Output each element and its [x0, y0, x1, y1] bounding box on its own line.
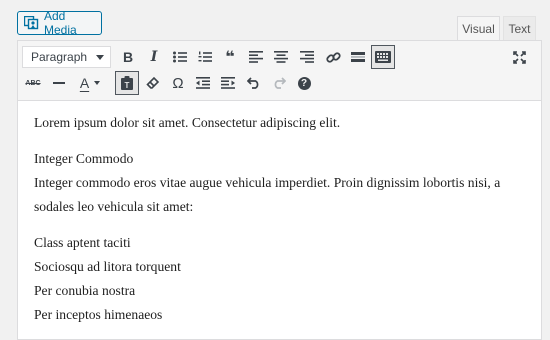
- undo-icon: [247, 77, 259, 89]
- numbered-list-icon: [198, 51, 212, 62]
- decrease-indent-icon: [196, 77, 210, 89]
- align-center-button[interactable]: [270, 46, 292, 68]
- align-center-icon: [274, 51, 288, 63]
- clear-formatting-icon: [146, 76, 160, 89]
- chevron-down-icon: [96, 55, 104, 60]
- add-media-label: Add Media: [44, 9, 77, 37]
- keyboard-shortcuts-icon: ?: [297, 76, 311, 90]
- align-left-icon: [249, 51, 263, 63]
- insert-link-icon: [325, 51, 341, 63]
- read-more-button[interactable]: [347, 46, 369, 68]
- italic-button[interactable]: I: [143, 46, 165, 68]
- special-character-button[interactable]: Ω: [167, 72, 189, 94]
- keyboard-shortcuts-button[interactable]: ?: [293, 72, 315, 94]
- bulleted-list-icon: [173, 51, 187, 63]
- blockquote-button[interactable]: ❝: [219, 46, 241, 68]
- editor-frame: Paragraph B I ❝ ABC A T Ω ? Lorem ipsum …: [17, 40, 542, 340]
- distraction-free-button[interactable]: [508, 46, 530, 68]
- list-item: Sociosqu ad litora torquent: [34, 259, 181, 274]
- strikethrough-icon: ABC: [25, 79, 41, 87]
- svg-text:T: T: [125, 81, 130, 90]
- chevron-down-icon: [94, 81, 101, 85]
- toolbar-toggle-icon: [375, 51, 391, 63]
- list-item: Class aptent taciti: [34, 235, 131, 250]
- format-select-value: Paragraph: [31, 50, 88, 64]
- align-right-icon: [300, 51, 314, 63]
- strikethrough-button[interactable]: ABC: [22, 72, 44, 94]
- editor-content[interactable]: Lorem ipsum dolor sit amet. Consectetur …: [34, 111, 524, 327]
- distraction-free-icon: [512, 50, 526, 64]
- clear-formatting-button[interactable]: [142, 72, 164, 94]
- list-item: Per inceptos himenaeos: [34, 307, 163, 322]
- paragraph-format-select[interactable]: Paragraph: [22, 46, 111, 68]
- align-left-button[interactable]: [245, 46, 267, 68]
- align-right-button[interactable]: [296, 46, 318, 68]
- horizontal-line-icon: [53, 82, 65, 84]
- bold-icon: B: [122, 49, 134, 65]
- read-more-icon: [351, 52, 365, 62]
- tab-visual[interactable]: Visual: [457, 16, 500, 40]
- tab-text[interactable]: Text: [503, 16, 536, 40]
- increase-indent-button[interactable]: [217, 72, 239, 94]
- increase-indent-icon: [221, 77, 235, 89]
- decrease-indent-button[interactable]: [192, 72, 214, 94]
- redo-button[interactable]: [268, 72, 290, 94]
- undo-button[interactable]: [243, 72, 265, 94]
- toolbar-toggle-button[interactable]: [371, 45, 395, 69]
- bold-button[interactable]: B: [117, 46, 139, 68]
- editor-toolbar: Paragraph B I ❝ ABC A T Ω ?: [18, 41, 541, 101]
- italic-icon: I: [150, 49, 158, 65]
- list-item: Per conubia nostra: [34, 283, 136, 298]
- add-media-button[interactable]: Add Media: [17, 9, 102, 37]
- text-color-icon: A: [79, 75, 90, 91]
- heading-line: Integer Commodo: [34, 151, 134, 166]
- paste-as-text-icon: T: [121, 76, 133, 90]
- paste-as-text-button[interactable]: T: [115, 71, 139, 95]
- blockquote-icon: ❝: [225, 49, 235, 66]
- insert-link-button[interactable]: [322, 46, 344, 68]
- special-character-icon: Ω: [172, 74, 184, 92]
- paragraph: Lorem ipsum dolor sit amet. Consectetur …: [34, 115, 341, 130]
- numbered-list-button[interactable]: [194, 46, 216, 68]
- redo-icon: [274, 77, 286, 89]
- text-color-button[interactable]: A: [73, 72, 107, 94]
- paragraph: Integer commodo eros vitae augue vehicul…: [34, 175, 501, 214]
- bulleted-list-button[interactable]: [169, 46, 191, 68]
- horizontal-line-button[interactable]: [48, 72, 70, 94]
- add-media-icon: [24, 16, 40, 30]
